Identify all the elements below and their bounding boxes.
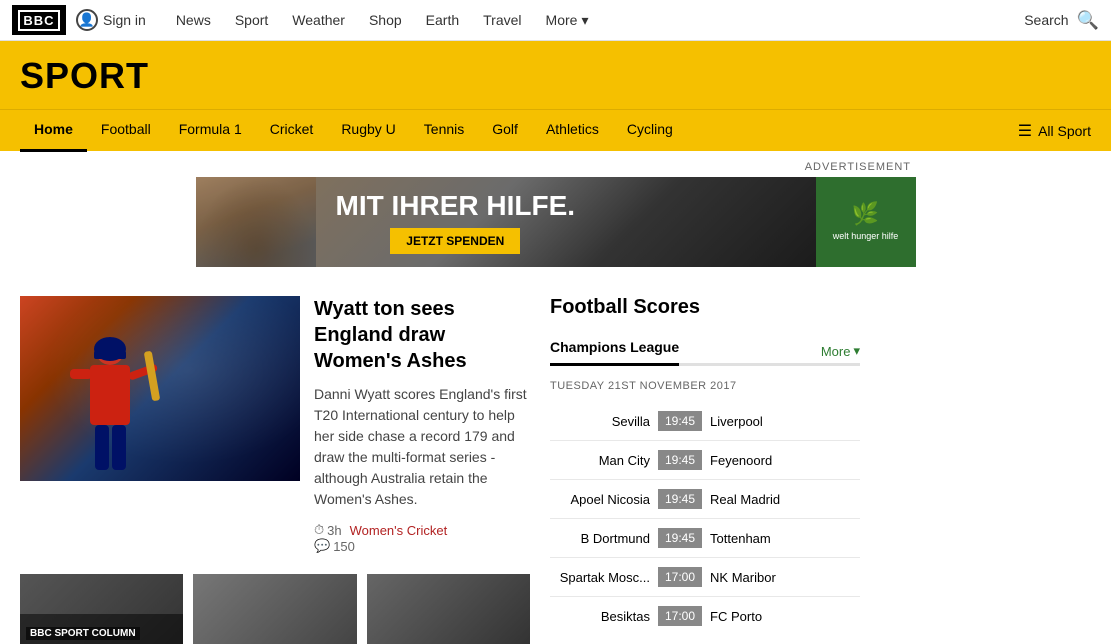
match-row-2[interactable]: Apoel Nicosia 19:45 Real Madrid	[550, 480, 860, 519]
thumbnail-item-3[interactable]	[367, 574, 530, 644]
match-time-0: 19:45	[658, 411, 702, 431]
team-away-1: Feyenoord	[710, 453, 860, 468]
sport-nav-tennis[interactable]: Tennis	[410, 110, 478, 152]
search-icon[interactable]: 🔍	[1077, 10, 1099, 31]
articles-left: Wyatt ton sees England draw Women's Ashe…	[20, 296, 530, 644]
nav-news[interactable]: News	[164, 0, 223, 41]
team-away-0: Liverpool	[710, 414, 860, 429]
sign-in-label: Sign in	[103, 12, 146, 28]
comment-icon: 💬	[314, 538, 330, 554]
main-content: Wyatt ton sees England draw Women's Ashe…	[0, 276, 1111, 644]
sport-banner: SPORT	[0, 41, 1111, 109]
nav-sport[interactable]: Sport	[223, 0, 280, 41]
nav-travel[interactable]: Travel	[471, 0, 533, 41]
cricket-player-image	[60, 321, 160, 481]
scores-sidebar: Football Scores Champions League More ▾ …	[550, 296, 860, 644]
all-sport-button[interactable]: ☰ All Sport	[1018, 121, 1091, 141]
chevron-down-icon: ▾	[853, 343, 860, 359]
sport-nav-cricket[interactable]: Cricket	[256, 110, 328, 152]
team-away-3: Tottenham	[710, 531, 860, 546]
article-text: Wyatt ton sees England draw Women's Ashe…	[314, 296, 530, 554]
match-row-5[interactable]: Besiktas 17:00 FC Porto	[550, 597, 860, 635]
ad-main-text: MIT IHRER HILFE.	[336, 190, 576, 222]
search-area: Search 🔍	[1024, 10, 1099, 31]
scores-date: Tuesday 21st November 2017	[550, 380, 860, 392]
nav-links: News Sport Weather Shop Earth Travel Mor…	[164, 0, 1024, 41]
thumbnail-row: BBC SPORT COLUMN	[20, 574, 530, 644]
scores-tab-champions-league[interactable]: Champions League	[550, 339, 679, 366]
sport-nav-football[interactable]: Football	[87, 110, 165, 152]
thumb-label-1: BBC SPORT COLUMN	[26, 627, 140, 640]
bbc-logo-text: BBC	[18, 10, 59, 31]
advertisement-container: ADVERTISEMENT MIT IHRER HILFE. JETZT SPE…	[0, 151, 1111, 276]
user-icon: 👤	[76, 9, 98, 31]
match-row-3[interactable]: B Dortmund 19:45 Tottenham	[550, 519, 860, 558]
team-away-2: Real Madrid	[710, 492, 860, 507]
sport-nav-rugby[interactable]: Rugby U	[327, 110, 409, 152]
ad-text-block: MIT IHRER HILFE. JETZT SPENDEN	[316, 180, 596, 264]
match-time-4: 17:00	[658, 567, 702, 587]
match-time-5: 17:00	[658, 606, 702, 626]
team-away-5: FC Porto	[710, 609, 860, 624]
sport-nav-golf[interactable]: Golf	[478, 110, 532, 152]
team-home-1: Man City	[550, 453, 650, 468]
thumbnail-item-1[interactable]: BBC SPORT COLUMN	[20, 574, 183, 644]
sport-nav-cycling[interactable]: Cycling	[613, 110, 687, 152]
nav-earth[interactable]: Earth	[414, 0, 471, 41]
team-home-2: Apoel Nicosia	[550, 492, 650, 507]
nav-more-button[interactable]: More ▾	[534, 0, 601, 41]
nav-shop[interactable]: Shop	[357, 0, 414, 41]
featured-article: Wyatt ton sees England draw Women's Ashe…	[20, 296, 530, 554]
sport-nav-home[interactable]: Home	[20, 110, 87, 152]
ad-logo-text: welt hunger hilfe	[833, 231, 899, 243]
article-description: Danni Wyatt scores England's first T20 I…	[314, 384, 530, 510]
scores-title: Football Scores	[550, 296, 860, 325]
sport-title: SPORT	[20, 55, 1091, 97]
match-time-3: 19:45	[658, 528, 702, 548]
sign-in-button[interactable]: 👤 Sign in	[76, 9, 146, 31]
clock-icon: ⏱	[314, 522, 324, 538]
search-label: Search	[1024, 12, 1068, 28]
nav-more-label: More	[546, 12, 578, 28]
featured-image[interactable]	[20, 296, 300, 481]
article-meta: ⏱ 3h Women's Cricket	[314, 522, 530, 538]
bbc-logo[interactable]: BBC	[12, 5, 66, 35]
team-home-0: Sevilla	[550, 414, 650, 429]
all-sport-label: All Sport	[1038, 123, 1091, 139]
scores-tabs: Champions League More ▾	[550, 339, 860, 366]
nav-weather[interactable]: Weather	[280, 0, 357, 41]
article-tag[interactable]: Women's Cricket	[350, 523, 448, 538]
ad-banner[interactable]: MIT IHRER HILFE. JETZT SPENDEN 🌿 welt hu…	[196, 177, 916, 267]
match-time-1: 19:45	[658, 450, 702, 470]
ad-sub-button[interactable]: JETZT SPENDEN	[390, 228, 520, 254]
team-home-4: Spartak Mosc...	[550, 570, 650, 585]
scores-more-button[interactable]: More ▾	[821, 343, 860, 359]
thumbnail-item-2[interactable]	[193, 574, 356, 644]
ad-label: ADVERTISEMENT	[0, 161, 1111, 173]
chevron-down-icon: ▾	[581, 12, 588, 29]
team-home-5: Besiktas	[550, 609, 650, 624]
team-home-3: B Dortmund	[550, 531, 650, 546]
sport-nav-links: Home Football Formula 1 Cricket Rugby U …	[20, 110, 687, 152]
match-row-4[interactable]: Spartak Mosc... 17:00 NK Maribor	[550, 558, 860, 597]
ad-logo: 🌿 welt hunger hilfe	[816, 177, 916, 267]
article-time: ⏱ 3h	[314, 522, 342, 538]
match-row-1[interactable]: Man City 19:45 Feyenoord	[550, 441, 860, 480]
scores-more-label: More	[821, 344, 851, 359]
article-title[interactable]: Wyatt ton sees England draw Women's Ashe…	[314, 296, 530, 374]
hamburger-icon: ☰	[1018, 121, 1032, 141]
comment-count: 💬 150	[314, 538, 530, 554]
match-row-0[interactable]: Sevilla 19:45 Liverpool	[550, 402, 860, 441]
match-time-2: 19:45	[658, 489, 702, 509]
sport-nav-formula1[interactable]: Formula 1	[165, 110, 256, 152]
team-away-4: NK Maribor	[710, 570, 860, 585]
sport-nav-athletics[interactable]: Athletics	[532, 110, 613, 152]
wheat-icon: 🌿	[852, 201, 879, 227]
sport-nav: Home Football Formula 1 Cricket Rugby U …	[0, 109, 1111, 151]
top-nav: BBC 👤 Sign in News Sport Weather Shop Ea…	[0, 0, 1111, 41]
